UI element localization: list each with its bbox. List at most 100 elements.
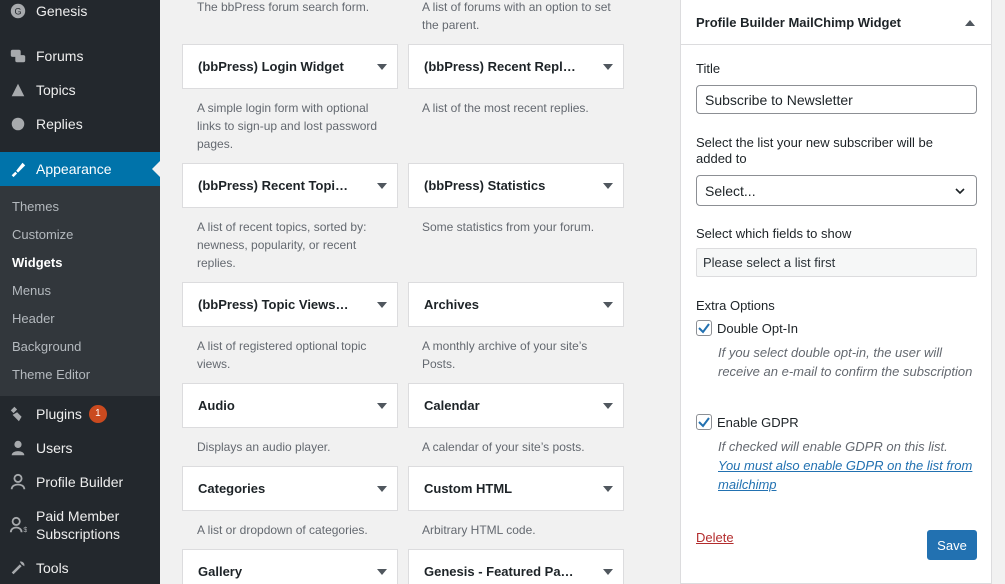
gdpr-help-link[interactable]: You must also enable GDPR on the list fr… bbox=[718, 458, 972, 492]
chevron-down-icon bbox=[955, 188, 965, 195]
list-select-value: Select... bbox=[705, 182, 756, 199]
paid-member-icon: $ bbox=[0, 516, 36, 534]
widget-title: Calendar bbox=[424, 398, 480, 413]
widget-calendar[interactable]: Calendar bbox=[408, 383, 624, 428]
users-icon bbox=[0, 439, 36, 457]
widget-categories[interactable]: Categories bbox=[182, 466, 398, 511]
widget-gallery[interactable]: Gallery bbox=[182, 549, 398, 584]
expand-arrow-icon[interactable] bbox=[367, 63, 397, 70]
site-name-item[interactable]: G Genesis bbox=[0, 0, 160, 28]
double-optin-row[interactable]: Double Opt-In bbox=[696, 320, 798, 336]
widget-title: (bbPress) Topic Views… bbox=[198, 297, 349, 312]
expand-arrow-icon[interactable] bbox=[367, 568, 397, 575]
forums-icon bbox=[0, 47, 36, 65]
menu-forums[interactable]: Forums bbox=[0, 39, 160, 73]
widget-title: (bbPress) Login Widget bbox=[198, 59, 344, 74]
gdpr-help-text: If checked will enable GDPR on this list… bbox=[718, 439, 948, 454]
list-select[interactable]: Select... bbox=[696, 175, 977, 206]
widget-description: Some statistics from your forum. bbox=[422, 220, 595, 234]
menu-users-label: Users bbox=[36, 440, 73, 456]
submenu-widgets[interactable]: Widgets bbox=[12, 255, 62, 270]
submenu-themes[interactable]: Themes bbox=[12, 199, 59, 214]
menu-topics-label: Topics bbox=[36, 82, 76, 98]
menu-profile-builder-label: Profile Builder bbox=[36, 474, 124, 490]
widget-bbpress-statistics[interactable]: (bbPress) Statistics bbox=[408, 163, 624, 208]
menu-appearance[interactable]: Appearance bbox=[0, 152, 160, 186]
widget-description: A monthly archive of your site’s Posts. bbox=[422, 339, 588, 371]
widget-description: A list of registered optional topic view… bbox=[197, 339, 367, 371]
menu-tools-label: Tools bbox=[36, 560, 69, 576]
menu-topics[interactable]: Topics bbox=[0, 73, 160, 107]
widget-panel-header[interactable]: Profile Builder MailChimp Widget bbox=[681, 0, 991, 45]
submenu-header[interactable]: Header bbox=[12, 311, 55, 326]
admin-sidebar: G Genesis Forums Topics Replies Appearan… bbox=[0, 0, 160, 584]
collapse-arrow-icon[interactable] bbox=[965, 20, 975, 26]
fields-placeholder: Please select a list first bbox=[696, 248, 977, 277]
gdpr-help: If checked will enable GDPR on this list… bbox=[718, 437, 973, 494]
gdpr-label: Enable GDPR bbox=[717, 414, 799, 430]
widget-title: (bbPress) Statistics bbox=[424, 178, 546, 193]
expand-arrow-icon[interactable] bbox=[593, 63, 623, 70]
expand-arrow-icon[interactable] bbox=[367, 301, 397, 308]
widget-title: Audio bbox=[198, 398, 235, 413]
menu-paid-member-label: Paid Member Subscriptions bbox=[36, 508, 121, 542]
widget-description: A calendar of your site’s posts. bbox=[422, 440, 585, 454]
widget-bbpress-topic-views[interactable]: (bbPress) Topic Views… bbox=[182, 282, 398, 327]
submenu-customize[interactable]: Customize bbox=[12, 227, 73, 242]
plugins-update-badge: 1 bbox=[88, 405, 107, 423]
menu-tools[interactable]: Tools bbox=[0, 551, 160, 584]
svg-text:$: $ bbox=[23, 525, 27, 534]
expand-arrow-icon[interactable] bbox=[593, 485, 623, 492]
submenu-theme-editor[interactable]: Theme Editor bbox=[12, 367, 90, 382]
expand-arrow-icon[interactable] bbox=[593, 568, 623, 575]
widget-description: A simple login form with optional links … bbox=[197, 101, 378, 151]
menu-replies[interactable]: Replies bbox=[0, 107, 160, 141]
widget-title: (bbPress) Recent Topi… bbox=[198, 178, 349, 193]
gdpr-checkbox[interactable] bbox=[696, 414, 712, 430]
menu-users[interactable]: Users bbox=[0, 431, 160, 465]
double-optin-checkbox[interactable] bbox=[696, 320, 712, 336]
expand-arrow-icon[interactable] bbox=[593, 402, 623, 409]
widget-panel-title: Profile Builder MailChimp Widget bbox=[696, 14, 902, 30]
expand-arrow-icon[interactable] bbox=[593, 301, 623, 308]
menu-profile-builder[interactable]: Profile Builder bbox=[0, 465, 160, 499]
expand-arrow-icon[interactable] bbox=[593, 182, 623, 189]
widget-audio[interactable]: Audio bbox=[182, 383, 398, 428]
widget-bbpress-recent-topics[interactable]: (bbPress) Recent Topi… bbox=[182, 163, 398, 208]
checkmark-icon bbox=[698, 323, 710, 334]
widget-title: Categories bbox=[198, 481, 266, 496]
plugins-icon bbox=[0, 405, 36, 423]
save-button[interactable]: Save bbox=[927, 530, 977, 560]
delete-link[interactable]: Delete bbox=[696, 530, 734, 545]
double-optin-help: If you select double opt-in, the user wi… bbox=[718, 345, 973, 379]
widget-custom-html[interactable]: Custom HTML bbox=[408, 466, 624, 511]
submenu-menus[interactable]: Menus bbox=[12, 283, 51, 298]
widget-description: Arbitrary HTML code. bbox=[422, 523, 536, 537]
menu-plugins[interactable]: Plugins 1 bbox=[0, 397, 160, 431]
widget-description: The bbPress forum search form. bbox=[197, 0, 370, 14]
list-select-label: Select the list your new subscriber will… bbox=[696, 135, 933, 166]
widget-description: A list of the most recent replies. bbox=[422, 101, 589, 115]
widget-genesis-featured-page[interactable]: Genesis - Featured Pa… bbox=[408, 549, 624, 584]
widget-bbpress-recent-replies[interactable]: (bbPress) Recent Repl… bbox=[408, 44, 624, 89]
expand-arrow-icon[interactable] bbox=[367, 485, 397, 492]
widget-description: A list of recent topics, sorted by: newn… bbox=[197, 220, 367, 270]
widget-bbpress-login[interactable]: (bbPress) Login Widget bbox=[182, 44, 398, 89]
widget-title: Custom HTML bbox=[424, 481, 513, 496]
widget-title: Genesis - Featured Pa… bbox=[424, 564, 574, 579]
submenu-background[interactable]: Background bbox=[12, 339, 81, 354]
title-input[interactable] bbox=[696, 85, 977, 114]
gdpr-row[interactable]: Enable GDPR bbox=[696, 414, 799, 430]
mailchimp-widget-panel: Profile Builder MailChimp Widget Title S… bbox=[680, 0, 992, 584]
expand-arrow-icon[interactable] bbox=[367, 402, 397, 409]
widget-archives[interactable]: Archives bbox=[408, 282, 624, 327]
checkmark-icon bbox=[698, 417, 710, 428]
menu-paid-member[interactable]: $ Paid Member Subscriptions bbox=[0, 499, 160, 551]
topics-icon bbox=[0, 81, 36, 99]
expand-arrow-icon[interactable] bbox=[367, 182, 397, 189]
appearance-submenu: Themes Customize Widgets Menus Header Ba… bbox=[0, 186, 160, 396]
fields-label: Select which fields to show bbox=[696, 226, 852, 241]
appearance-icon bbox=[0, 160, 36, 178]
menu-replies-label: Replies bbox=[36, 116, 83, 132]
widget-description: A list of forums with an option to set t… bbox=[422, 0, 611, 32]
